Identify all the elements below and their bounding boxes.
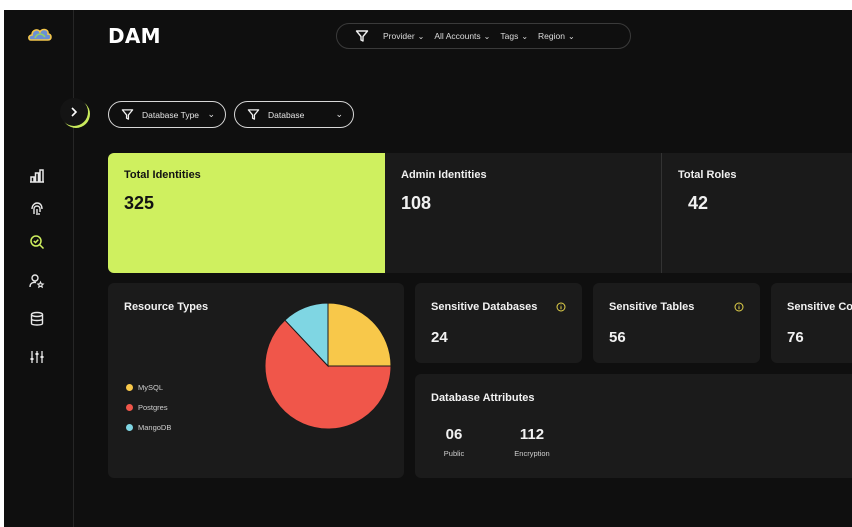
legend-item: MySQL <box>126 377 171 397</box>
stats-band: Total Identities 325 Admin Identities 10… <box>108 153 852 273</box>
sensitive-databases-card[interactable]: Sensitive Databases 24 <box>415 283 582 363</box>
metric-encryption: 112 Encryption <box>514 426 550 458</box>
chevron-down-icon: ⌄ <box>417 31 425 41</box>
info-icon[interactable] <box>734 302 744 312</box>
stat-admin-identities[interactable]: Admin Identities 108 <box>385 153 661 273</box>
resource-types-pie-chart <box>264 302 392 430</box>
logo-icon <box>28 28 52 41</box>
sliders-icon[interactable] <box>28 348 46 366</box>
filter-tags[interactable]: Tags ⌄ <box>500 31 528 41</box>
pie-slice-mysql <box>327 302 392 367</box>
database-type-dropdown[interactable]: Database Type ⌄ <box>108 101 226 128</box>
chevron-down-icon: ⌄ <box>207 109 215 119</box>
search-check-icon[interactable] <box>28 233 46 251</box>
filter-provider[interactable]: Provider ⌄ <box>383 31 424 41</box>
sidebar-collapse-button[interactable] <box>60 98 88 126</box>
chevron-down-icon: ⌄ <box>335 109 343 119</box>
sensitive-tables-card[interactable]: Sensitive Tables 56 <box>593 283 760 363</box>
app-window: DAM Provider ⌄ All Accounts ⌄ Tags ⌄ Region… <box>4 10 852 527</box>
legend-dot <box>126 423 133 431</box>
database-icon[interactable] <box>28 310 46 328</box>
sidebar <box>4 10 74 527</box>
resource-types-card: Resource Types MySQL Postgres MangoDB <box>108 283 404 478</box>
metric-public: 06 Public <box>443 426 465 458</box>
stat-total-identities[interactable]: Total Identities 325 <box>108 153 385 273</box>
filter-icon <box>121 109 134 120</box>
legend-dot <box>126 383 133 391</box>
fingerprint-icon[interactable] <box>28 200 46 218</box>
chevron-down-icon: ⌄ <box>567 31 575 41</box>
filter-icon[interactable] <box>355 29 369 43</box>
stat-total-roles[interactable]: Total Roles 42 <box>661 153 852 273</box>
filter-accounts[interactable]: All Accounts ⌄ <box>434 31 490 41</box>
filter-region[interactable]: Region ⌄ <box>538 31 575 41</box>
chevron-down-icon: ⌄ <box>521 31 529 41</box>
legend-dot <box>126 403 133 411</box>
legend-item: Postgres <box>126 397 171 417</box>
filter-icon <box>247 109 260 120</box>
chevron-down-icon: ⌄ <box>483 31 491 41</box>
page-title: DAM <box>108 24 161 48</box>
user-star-icon[interactable] <box>28 272 46 290</box>
chart-icon[interactable] <box>28 167 46 185</box>
chevron-right-icon <box>71 107 78 117</box>
database-dropdown[interactable]: Database ⌄ <box>234 101 354 128</box>
legend-item: MangoDB <box>126 417 171 437</box>
info-icon[interactable] <box>556 302 566 312</box>
sensitive-columns-card[interactable]: Sensitive Col 76 <box>771 283 852 363</box>
chart-legend: MySQL Postgres MangoDB <box>126 377 171 437</box>
database-attributes-card: Database Attributes 06 Public 112 Encryp… <box>415 374 852 478</box>
filter-bar: Provider ⌄ All Accounts ⌄ Tags ⌄ Region ⌄ <box>336 23 631 49</box>
